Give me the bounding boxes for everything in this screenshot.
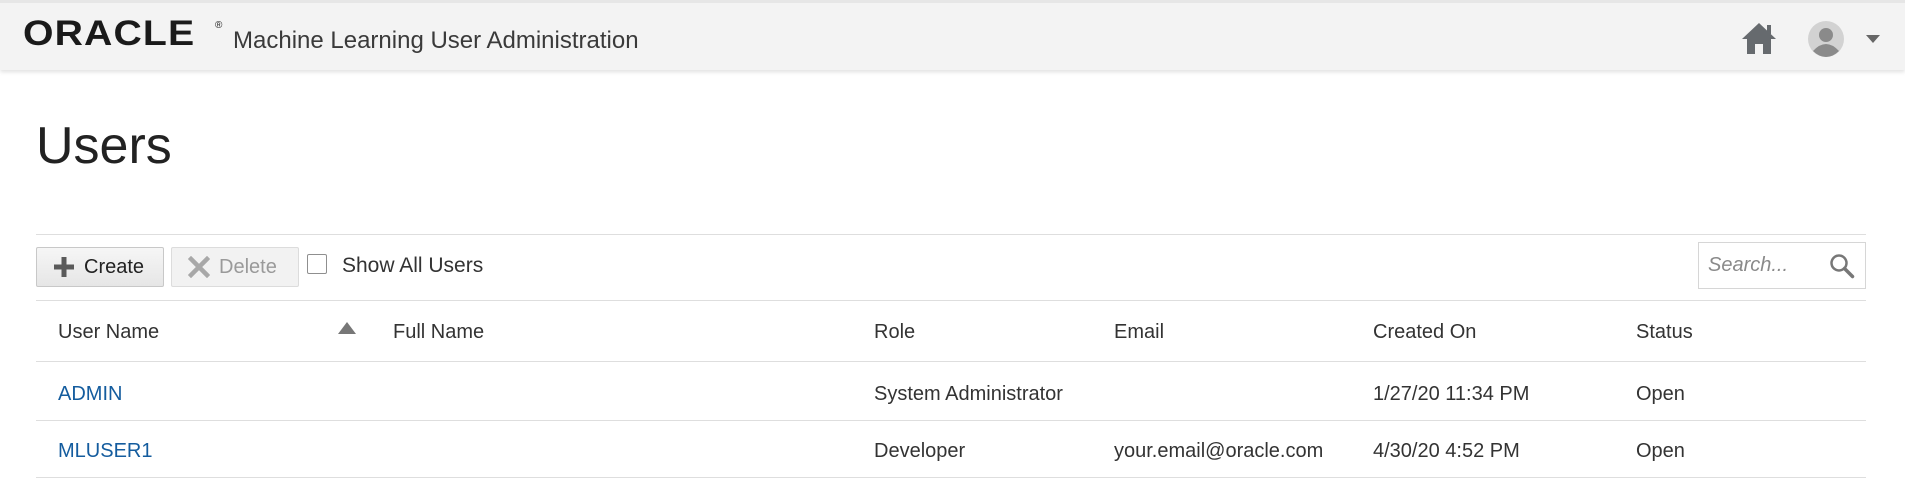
registered-mark: ® xyxy=(215,20,223,31)
table-row-user-name-link[interactable]: ADMIN xyxy=(58,382,122,406)
delete-button[interactable]: Delete xyxy=(171,247,299,287)
plus-icon xyxy=(54,257,74,277)
table-row-divider xyxy=(36,477,1866,478)
table-row-status: Open xyxy=(1636,440,1685,462)
create-button-label: Create xyxy=(84,255,145,278)
table-row-status: Open xyxy=(1636,383,1685,405)
home-icon[interactable] xyxy=(1740,20,1778,56)
search-box[interactable] xyxy=(1698,242,1866,289)
x-icon xyxy=(188,256,210,278)
column-header-full-name[interactable]: Full Name xyxy=(393,320,484,344)
oracle-logo[interactable]: ORACLE xyxy=(23,16,195,52)
column-header-user-name[interactable]: User Name xyxy=(58,320,159,344)
column-header-role[interactable]: Role xyxy=(874,320,915,344)
column-header-status[interactable]: Status xyxy=(1636,320,1693,344)
table-row-user-name-link[interactable]: MLUSER1 xyxy=(58,439,152,463)
delete-button-label: Delete xyxy=(219,255,277,278)
caret-down-icon[interactable] xyxy=(1865,33,1881,45)
sort-ascending-icon[interactable] xyxy=(337,321,357,335)
column-header-created-on[interactable]: Created On xyxy=(1373,320,1476,344)
toolbar-divider-bottom xyxy=(36,300,1866,301)
column-header-email[interactable]: Email xyxy=(1114,320,1164,344)
table-row-created-on: 1/27/20 11:34 PM xyxy=(1373,383,1530,405)
show-all-users-label[interactable]: Show All Users xyxy=(342,254,483,278)
user-avatar-icon[interactable] xyxy=(1808,21,1844,57)
create-button[interactable]: Create xyxy=(36,247,164,287)
toolbar-divider-top xyxy=(36,234,1866,235)
search-input[interactable] xyxy=(1708,252,1818,278)
show-all-users-checkbox[interactable] xyxy=(307,254,327,274)
table-row-divider xyxy=(36,420,1866,421)
app-title: Machine Learning User Administration xyxy=(233,27,639,54)
page-title: Users xyxy=(36,117,172,175)
table-row-created-on: 4/30/20 4:52 PM xyxy=(1373,440,1520,462)
table-header-divider xyxy=(36,361,1866,362)
app-header: ORACLE ® Machine Learning User Administr… xyxy=(0,0,1905,70)
table-row-role: System Administrator xyxy=(874,383,1063,405)
search-icon[interactable] xyxy=(1829,253,1855,279)
table-row-email: your.email@oracle.com xyxy=(1114,440,1324,462)
table-row-role: Developer xyxy=(874,440,966,462)
